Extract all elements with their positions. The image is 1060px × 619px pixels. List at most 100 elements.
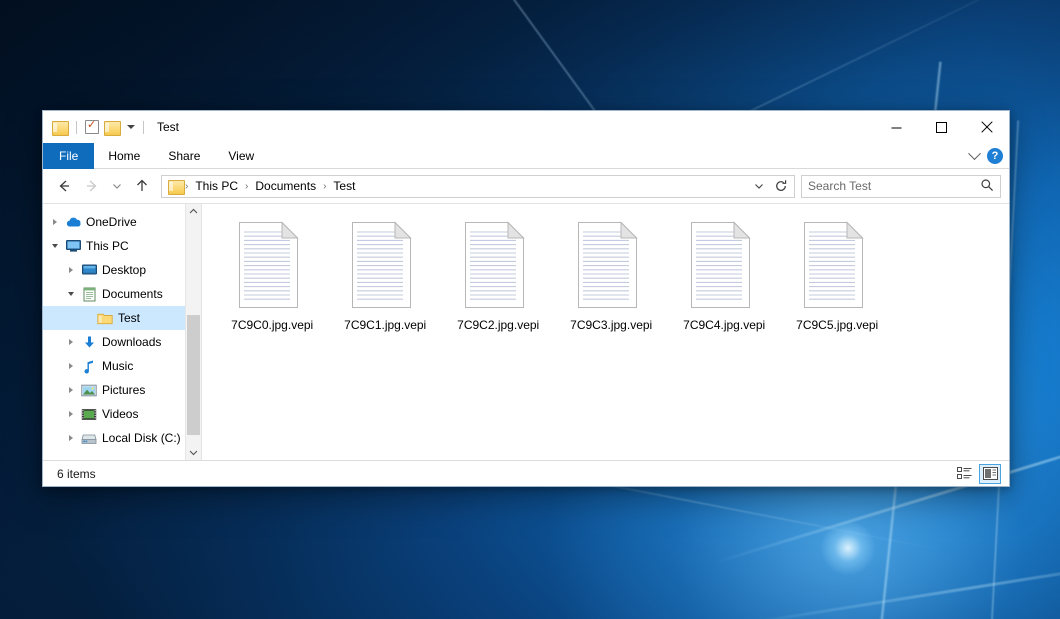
ribbon-tab-bar: File Home Share View ? [43, 143, 1009, 169]
previous-locations-chevron-down-icon[interactable] [748, 176, 770, 197]
folder-icon[interactable] [52, 121, 68, 134]
chevron-right-icon[interactable] [63, 411, 79, 417]
desktop-icon [79, 263, 99, 277]
file-item[interactable]: 7C9C4.jpg.vepi [668, 216, 781, 332]
sidebar-item-label: Test [115, 311, 140, 325]
scrollbar-track[interactable] [186, 219, 201, 445]
chevron-down-icon[interactable] [63, 292, 79, 296]
chevron-right-icon[interactable] [63, 387, 79, 393]
details-view-button[interactable] [953, 464, 975, 484]
tab-file[interactable]: File [43, 143, 94, 169]
sidebar-item-label: Pictures [99, 383, 145, 397]
sidebar-item-this-pc[interactable]: This PC [43, 234, 185, 258]
help-icon[interactable]: ? [987, 148, 1003, 164]
this-pc-monitor-icon [63, 239, 83, 253]
breadcrumb-item-this-pc[interactable]: This PC [189, 179, 244, 193]
sidebar-item-downloads[interactable]: Downloads [43, 330, 185, 354]
sidebar-item-desktop[interactable]: Desktop [43, 258, 185, 282]
generic-document-icon [235, 220, 309, 310]
sidebar-item-label: Music [99, 359, 133, 373]
breadcrumb: › This PC › Documents › Test [168, 179, 748, 193]
desktop-wallpaper: Test File Home Share View ? [0, 0, 1060, 619]
file-item[interactable]: 7C9C2.jpg.vepi [442, 216, 555, 332]
refresh-icon[interactable] [770, 176, 792, 197]
file-item[interactable]: 7C9C3.jpg.vepi [555, 216, 668, 332]
item-count-label: 6 items [51, 467, 953, 481]
sidebar-item-label: Documents [99, 287, 163, 301]
file-item[interactable]: 7C9C5.jpg.vepi [781, 216, 894, 332]
folder-icon[interactable] [168, 180, 184, 193]
file-name-label: 7C9C2.jpg.vepi [457, 318, 539, 332]
scroll-down-icon[interactable] [186, 445, 201, 460]
ribbon-right-controls: ? [970, 143, 1003, 169]
file-explorer-window: Test File Home Share View ? [42, 110, 1010, 487]
file-item[interactable]: 7C9C0.jpg.vepi [216, 216, 329, 332]
sidebar-item-label: Local Disk (C:) [99, 431, 181, 445]
chevron-right-icon[interactable] [63, 435, 79, 441]
sidebar-item-videos[interactable]: Videos [43, 402, 185, 426]
chevron-right-icon[interactable] [47, 219, 63, 225]
breadcrumb-item-test[interactable]: Test [327, 179, 361, 193]
file-name-label: 7C9C5.jpg.vepi [796, 318, 878, 332]
chevron-down-icon[interactable] [47, 244, 63, 248]
documents-icon [79, 287, 99, 302]
navigation-pane-scrollbar[interactable] [185, 204, 201, 460]
downloads-arrow-icon [79, 335, 99, 350]
file-list-view[interactable]: 7C9C0.jpg.vepi 7C9C1.jpg.vepi 7C9C2.jpg.ve… [202, 204, 1009, 460]
local-disk-icon [79, 432, 99, 445]
large-icons-view-button[interactable] [979, 464, 1001, 484]
sidebar-item-local-disk-c[interactable]: Local Disk (C:) [43, 426, 185, 450]
sidebar-item-pictures[interactable]: Pictures [43, 378, 185, 402]
sidebar-item-documents[interactable]: Documents [43, 282, 185, 306]
up-button[interactable] [129, 174, 155, 198]
sidebar-item-label: Desktop [99, 263, 146, 277]
new-folder-icon[interactable] [104, 121, 120, 134]
forward-button[interactable] [79, 174, 105, 198]
onedrive-cloud-icon [63, 215, 83, 229]
search-input[interactable]: Search Test [801, 175, 1001, 198]
sidebar-item-test[interactable]: Test [43, 306, 185, 330]
sidebar-item-onedrive[interactable]: OneDrive [43, 210, 185, 234]
chevron-down-icon[interactable] [127, 125, 135, 129]
sidebar-item-label: Videos [99, 407, 138, 421]
back-button[interactable] [51, 174, 77, 198]
chevron-right-icon[interactable] [63, 363, 79, 369]
generic-document-icon [461, 220, 535, 310]
breadcrumb-item-documents[interactable]: Documents [249, 179, 322, 193]
divider [76, 121, 77, 134]
scrollbar-thumb[interactable] [187, 315, 200, 435]
chevron-right-icon[interactable] [63, 267, 79, 273]
chevron-right-icon[interactable] [63, 339, 79, 345]
quick-access-toolbar [43, 120, 147, 134]
view-toggle-group [953, 464, 1001, 484]
generic-document-icon [574, 220, 648, 310]
explorer-body: OneDriveThis PC Desktop Documents Test Downl… [43, 203, 1009, 460]
minimize-button[interactable] [874, 111, 919, 143]
navigation-pane: OneDriveThis PC Desktop Documents Test Downl… [43, 204, 202, 460]
tab-home[interactable]: Home [94, 143, 154, 169]
tab-share[interactable]: Share [154, 143, 214, 169]
file-name-label: 7C9C1.jpg.vepi [344, 318, 426, 332]
status-bar: 6 items [43, 460, 1009, 486]
address-bar-controls [748, 176, 792, 197]
generic-document-icon [687, 220, 761, 310]
file-grid: 7C9C0.jpg.vepi 7C9C1.jpg.vepi 7C9C2.jpg.ve… [216, 216, 1009, 332]
close-button[interactable] [964, 111, 1009, 143]
expand-ribbon-chevron-down-icon[interactable] [968, 147, 981, 160]
search-icon[interactable] [980, 178, 994, 195]
divider [143, 121, 144, 134]
videos-film-icon [79, 408, 99, 421]
maximize-button[interactable] [919, 111, 964, 143]
pictures-icon [79, 384, 99, 397]
file-item[interactable]: 7C9C1.jpg.vepi [329, 216, 442, 332]
folder-tree: OneDriveThis PC Desktop Documents Test Downl… [43, 204, 185, 460]
sidebar-item-music[interactable]: Music [43, 354, 185, 378]
scroll-up-icon[interactable] [186, 204, 201, 219]
search-placeholder: Search Test [808, 179, 980, 193]
sidebar-item-label: Downloads [99, 335, 161, 349]
address-bar[interactable]: › This PC › Documents › Test [161, 175, 795, 198]
generic-document-icon [800, 220, 874, 310]
recent-locations-chevron-down-icon[interactable] [107, 174, 127, 198]
tab-view[interactable]: View [214, 143, 268, 169]
properties-icon[interactable] [85, 120, 99, 134]
